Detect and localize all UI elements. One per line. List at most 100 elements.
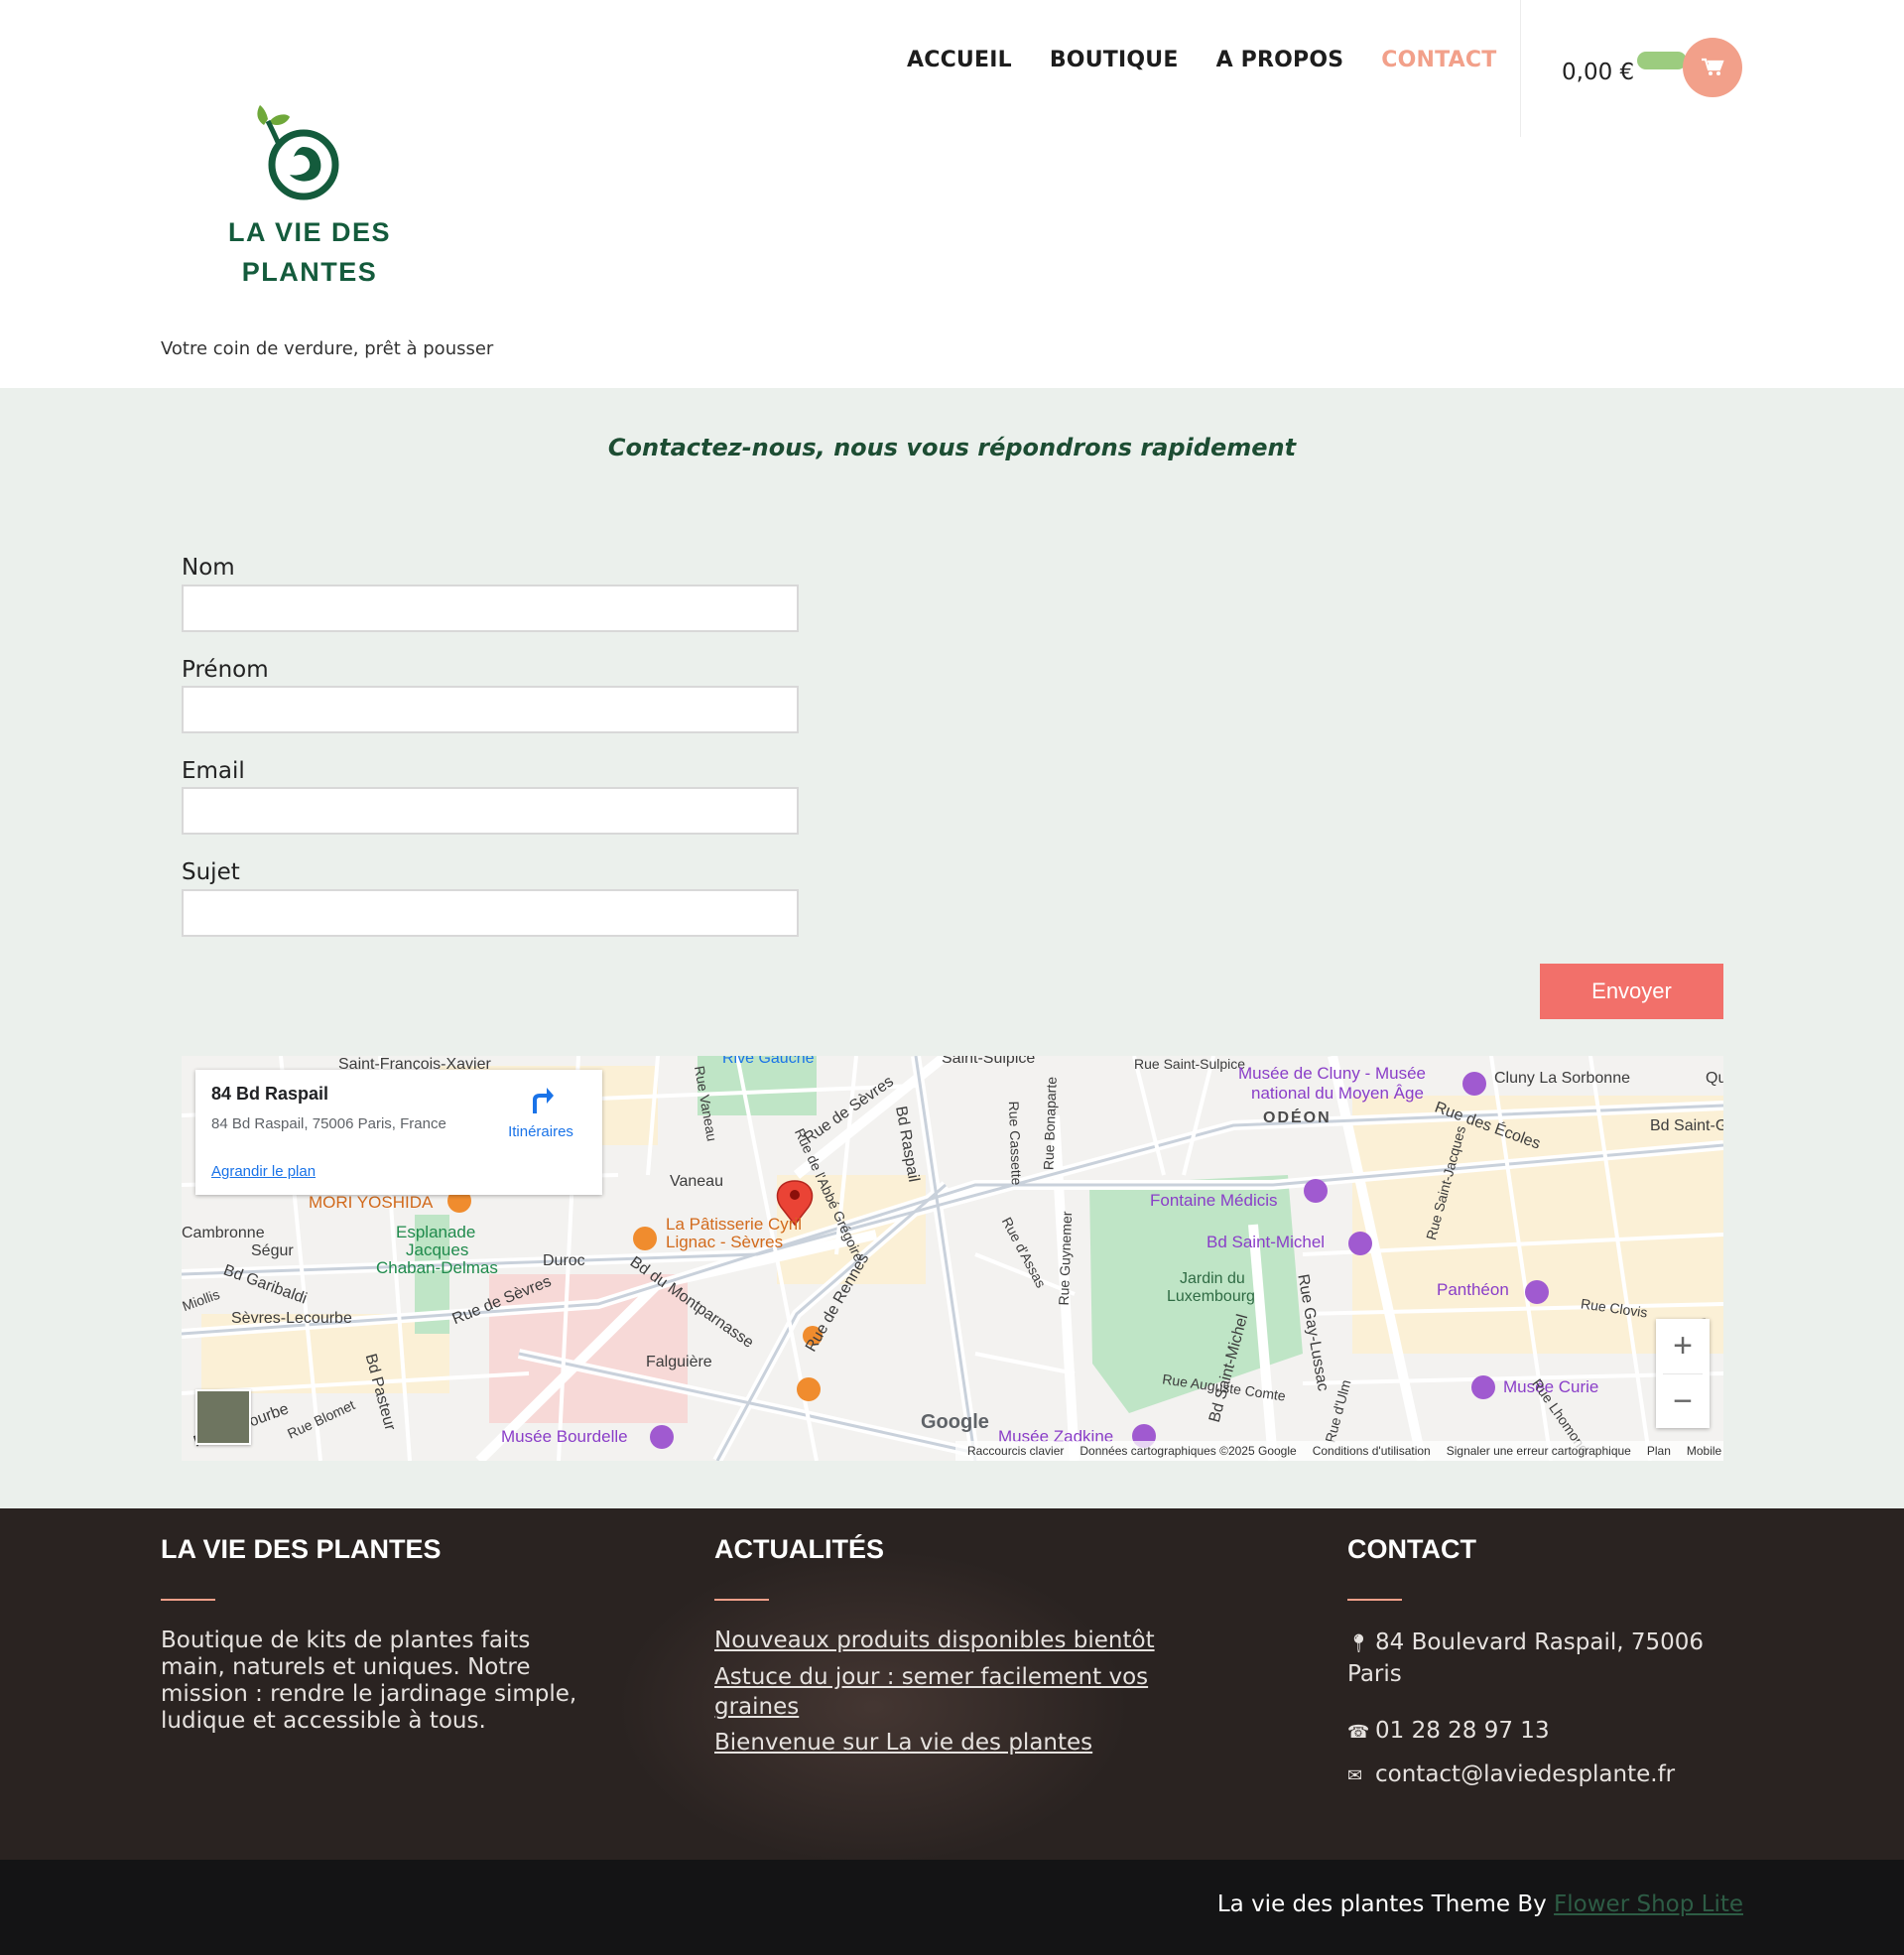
map-label-musee-bourdelle: Musée Bourdelle	[501, 1427, 628, 1446]
news-link-3[interactable]: Bienvenue sur La vie des plantes	[714, 1728, 1191, 1758]
footer-address-text: 84 Boulevard Raspail, 75006 Paris	[1347, 1629, 1705, 1687]
map-marker-icon: 📍︎	[1347, 1633, 1370, 1654]
map-label-esplanade-3: Chaban-Delmas	[376, 1258, 498, 1277]
map-label-esplanade-1: Esplanade	[396, 1223, 476, 1241]
nom-input[interactable]	[182, 585, 799, 632]
footer-news-underline	[714, 1599, 769, 1601]
map-label-rue-guynemer: Rue Guynemer	[1055, 1211, 1076, 1306]
map-label-bd-saint-michel: Bd Saint-Michel	[1206, 1233, 1326, 1251]
footer-about-title: LA VIE DES PLANTES	[161, 1534, 442, 1564]
footer-contact-title: CONTACT	[1347, 1534, 1476, 1564]
footer-email-text[interactable]: contact@laviedesplante.fr	[1375, 1761, 1675, 1787]
news-link-1[interactable]: Nouveaux produits disponibles bientôt	[714, 1626, 1191, 1655]
bottom-bar: La vie des plantes Theme By Flower Shop …	[0, 1860, 1904, 1955]
directions-button[interactable]: Itinéraires	[493, 1084, 588, 1140]
main-nav: ACCUEIL BOUTIQUE A PROPOS CONTACT	[907, 48, 1496, 72]
envelope-icon: ✉︎	[1347, 1765, 1363, 1786]
map-label-quai: Quai	[1706, 1070, 1723, 1087]
prenom-label: Prénom	[182, 657, 269, 683]
site-header: ACCUEIL BOUTIQUE A PROPOS CONTACT 0,00 €…	[0, 0, 1904, 388]
map-label-esplanade-2: Jacques	[406, 1240, 469, 1259]
map-attribution: Raccourcis clavier Données cartographiqu…	[955, 1441, 1723, 1461]
map-label-mori: MORI YOSHIDA	[309, 1193, 434, 1212]
nav-item-boutique[interactable]: BOUTIQUE	[1050, 48, 1179, 72]
contact-heading: Contactez-nous, nous vous répondrons rap…	[607, 434, 1297, 461]
report-error-link[interactable]: Signaler une erreur cartographique	[1447, 1444, 1631, 1458]
map-info-card: 84 Bd Raspail 84 Bd Raspail, 75006 Paris…	[195, 1070, 602, 1195]
site-tagline: Votre coin de verdure, prêt à pousser	[161, 338, 494, 359]
map-label-pantheon: Panthéon	[1437, 1280, 1509, 1299]
map-label-jardin-1: Jardin du	[1180, 1270, 1245, 1287]
map-scale-mobile: Mobile	[1686, 1444, 1722, 1458]
map-label-cluny-sorbonne: Cluny La Sorbonne	[1494, 1070, 1630, 1087]
map-label-patisserie-2: Lignac - Sèvres	[666, 1233, 784, 1251]
zoom-out-button[interactable]: −	[1656, 1374, 1710, 1429]
cart-indicator	[1637, 52, 1687, 69]
logo-text-line1: LA VIE DES	[227, 217, 392, 247]
logo-text: LA VIE DES PLANTES	[220, 212, 399, 292]
map-label-rue-bonaparte: Rue Bonaparte	[1040, 1076, 1060, 1171]
map-label-cluny-musee: Musée de Cluny - Musée	[1238, 1064, 1426, 1083]
site-footer: LA VIE DES PLANTES Boutique de kits de p…	[0, 1508, 1904, 1860]
footer-phone-text: 01 28 28 97 13	[1375, 1718, 1550, 1744]
footer-contact-underline	[1347, 1599, 1402, 1601]
map-label-duroc: Duroc	[543, 1252, 585, 1269]
directions-label: Itinéraires	[508, 1123, 573, 1140]
send-button[interactable]: Envoyer	[1540, 964, 1723, 1019]
zoom-in-button[interactable]: +	[1656, 1319, 1710, 1373]
cart-button[interactable]	[1683, 38, 1742, 97]
email-label: Email	[182, 758, 245, 784]
enlarge-map-link[interactable]: Agrandir le plan	[211, 1163, 316, 1180]
footer-email[interactable]: ✉︎ contact@laviedesplante.fr	[1347, 1760, 1744, 1791]
google-logo: Google	[921, 1411, 989, 1433]
email-input[interactable]	[182, 787, 799, 835]
map-label-vaneau: Vaneau	[670, 1173, 723, 1190]
map-scale-plan: Plan	[1646, 1444, 1671, 1458]
cart-icon	[1702, 58, 1724, 75]
map-data-credit: Données cartographiques ©2025 Google	[1079, 1444, 1297, 1458]
phone-icon: ☎︎	[1347, 1722, 1370, 1743]
map-card-address: 84 Bd Raspail, 75006 Paris, France	[211, 1115, 446, 1132]
sujet-input[interactable]	[182, 889, 799, 937]
sprout-logo-icon	[257, 105, 339, 200]
map-label-sevres-lecourbe: Sèvres-Lecourbe	[231, 1310, 352, 1327]
map-label-cambronne: Cambronne	[182, 1225, 265, 1241]
nav-item-accueil[interactable]: ACCUEIL	[907, 48, 1012, 72]
map-label-saint-sulpice: Saint-Sulpice	[942, 1056, 1036, 1067]
zoom-controls: + −	[1656, 1319, 1710, 1428]
satellite-toggle[interactable]	[195, 1389, 251, 1445]
credit-link[interactable]: Flower Shop Lite	[1554, 1891, 1743, 1917]
map-label-odeon: ODÉON	[1263, 1109, 1332, 1126]
terms-link[interactable]: Conditions d'utilisation	[1313, 1444, 1431, 1458]
map-label-bd-saint-g: Bd Saint-G	[1650, 1117, 1723, 1134]
footer-about-text: Boutique de kits de plantes faits main, …	[161, 1628, 577, 1734]
map-label-rue-saint-sulpice: Rue Saint-Sulpice	[1134, 1056, 1246, 1072]
header-divider	[1520, 0, 1521, 137]
map-label-falguiere: Falguière	[646, 1354, 712, 1370]
map-label-fontaine-medicis: Fontaine Médicis	[1150, 1191, 1278, 1210]
map-label-patisserie-1: La Pâtisserie Cyril	[666, 1215, 802, 1234]
footer-phone: ☎︎ 01 28 28 97 13	[1347, 1716, 1744, 1748]
map-label-rive-gauche: Rive Gauche	[722, 1056, 815, 1067]
theme-credit: La vie des plantes Theme By Flower Shop …	[1217, 1891, 1743, 1917]
nav-item-a-propos[interactable]: A PROPOS	[1216, 48, 1344, 72]
footer-address: 📍︎ 84 Boulevard Raspail, 75006 Paris	[1347, 1628, 1744, 1689]
news-link-2[interactable]: Astuce du jour : semer facilement vos gr…	[714, 1662, 1191, 1722]
map-label-jardin-2: Luxembourg	[1167, 1288, 1255, 1305]
nav-item-contact[interactable]: CONTACT	[1381, 48, 1496, 72]
keyboard-shortcuts-link[interactable]: Raccourcis clavier	[967, 1444, 1064, 1458]
contact-section: Contactez-nous, nous vous répondrons rap…	[0, 388, 1904, 1508]
footer-news-title: ACTUALITÉS	[714, 1534, 884, 1564]
nom-label: Nom	[182, 555, 235, 581]
credit-text: La vie des plantes Theme By	[1216, 1891, 1555, 1917]
map-label-rue-cassette: Rue Cassette	[1005, 1101, 1025, 1186]
prenom-input[interactable]	[182, 686, 799, 733]
footer-about-underline	[161, 1599, 215, 1601]
map-label-segur: Ségur	[251, 1242, 294, 1259]
sujet-label: Sujet	[182, 859, 240, 885]
google-map[interactable]: Saint-François-Xavier Rive Gauche Saint-…	[182, 1056, 1723, 1461]
map-card-title: 84 Bd Raspail	[211, 1084, 329, 1104]
cart-total[interactable]: 0,00 €	[1562, 60, 1634, 85]
logo-text-line2: PLANTES	[241, 257, 378, 287]
directions-icon	[533, 1088, 554, 1113]
